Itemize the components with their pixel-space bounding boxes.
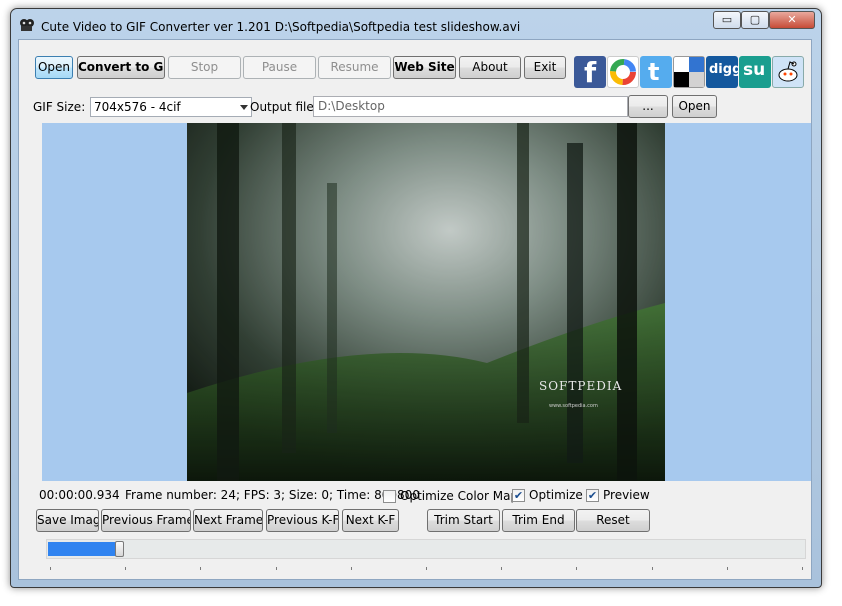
browse-button[interactable]: ... bbox=[628, 95, 668, 118]
exit-button[interactable]: Exit bbox=[524, 56, 566, 79]
trim-end-button[interactable]: Trim End bbox=[502, 509, 575, 532]
softpedia-url: www.softpedia.com bbox=[549, 403, 598, 409]
optimize-color-map-label: Optimize Color Map bbox=[400, 489, 519, 503]
delicious-square-grey bbox=[689, 72, 704, 87]
timeline-tick bbox=[426, 567, 427, 570]
timeline-thumb[interactable] bbox=[115, 541, 124, 557]
time-display: 00:00:00.934 bbox=[39, 488, 120, 502]
reddit-icon[interactable] bbox=[772, 56, 804, 88]
delicious-square-blue bbox=[689, 57, 704, 72]
timeline-tick bbox=[501, 567, 502, 570]
frame-info: Frame number: 24; FPS: 3; Size: 0; Time:… bbox=[125, 488, 420, 502]
google-logo-icon bbox=[610, 59, 636, 85]
timeline-tick bbox=[50, 567, 51, 570]
convert-to-gif-button[interactable]: Convert to GIF bbox=[77, 56, 165, 79]
stumbleupon-icon[interactable]: su bbox=[739, 56, 771, 88]
stumbleupon-text: su bbox=[743, 60, 766, 80]
timeline-tick bbox=[652, 567, 653, 570]
resume-button[interactable]: Resume bbox=[318, 56, 391, 79]
app-window: Cute Video to GIF Converter ver 1.201 D:… bbox=[10, 8, 822, 588]
maximize-icon: ▢ bbox=[749, 13, 761, 26]
timeline-selection bbox=[48, 542, 120, 556]
timeline-tick bbox=[576, 567, 577, 570]
open-output-button[interactable]: Open bbox=[672, 95, 717, 118]
close-icon: ✕ bbox=[787, 13, 797, 26]
optimize-label: Optimize bbox=[529, 488, 583, 502]
previous-keyframe-button[interactable]: Previous K-F bbox=[266, 509, 339, 532]
delicious-square-black bbox=[674, 72, 689, 87]
timeline-tick bbox=[351, 567, 352, 570]
gif-size-select[interactable]: 704x576 - 4cif bbox=[90, 97, 252, 117]
timeline-tick bbox=[802, 567, 803, 570]
reset-button[interactable]: Reset bbox=[576, 509, 650, 532]
web-site-button[interactable]: Web Site bbox=[393, 56, 456, 79]
pause-button[interactable]: Pause bbox=[243, 56, 316, 79]
optimize-color-map-checkbox[interactable] bbox=[383, 490, 396, 503]
main-panel: Open Convert to GIF Stop Pause Resume We… bbox=[18, 39, 812, 580]
chevron-down-icon bbox=[240, 105, 248, 110]
delicious-icon[interactable] bbox=[673, 56, 705, 88]
softpedia-watermark: SOFTPEDIA bbox=[539, 379, 623, 393]
twitter-icon[interactable]: t bbox=[640, 56, 672, 88]
facebook-icon[interactable]: f bbox=[574, 56, 606, 89]
reddit-alien-icon bbox=[778, 61, 798, 82]
twitter-letter: t bbox=[648, 58, 660, 86]
digg-icon[interactable]: digg bbox=[706, 56, 742, 88]
output-file-input[interactable]: D:\Desktop bbox=[313, 96, 628, 117]
timeline-tick bbox=[125, 567, 126, 570]
preview-panel: SOFTPEDIA www.softpedia.com bbox=[42, 123, 811, 481]
forest-image bbox=[187, 123, 665, 481]
gif-size-label: GIF Size: bbox=[33, 100, 86, 114]
timeline-tick bbox=[276, 567, 277, 570]
timeline-slider[interactable] bbox=[46, 539, 806, 559]
title-bar[interactable]: Cute Video to GIF Converter ver 1.201 D:… bbox=[11, 9, 821, 39]
previous-frame-button[interactable]: Previous Frame bbox=[101, 509, 191, 532]
check-mark-icon: ✔ bbox=[513, 489, 524, 502]
digg-text: digg bbox=[709, 62, 742, 77]
about-button[interactable]: About bbox=[459, 56, 521, 79]
close-button[interactable]: ✕ bbox=[769, 11, 815, 29]
output-file-label: Output file: bbox=[250, 100, 318, 114]
film-reel-icon bbox=[20, 19, 34, 31]
timeline-tick bbox=[200, 567, 201, 570]
maximize-button[interactable]: ▢ bbox=[741, 11, 769, 29]
next-frame-button[interactable]: Next Frame bbox=[193, 509, 263, 532]
google-icon[interactable] bbox=[607, 56, 639, 88]
check-mark-icon: ✔ bbox=[587, 489, 598, 502]
timeline-tick bbox=[727, 567, 728, 570]
open-button[interactable]: Open bbox=[35, 56, 73, 79]
minimize-button[interactable]: ▭ bbox=[713, 11, 741, 29]
trim-start-button[interactable]: Trim Start bbox=[427, 509, 500, 532]
stop-button[interactable]: Stop bbox=[168, 56, 241, 79]
minimize-icon: ▭ bbox=[721, 13, 733, 26]
next-keyframe-button[interactable]: Next K-F bbox=[342, 509, 399, 532]
gif-size-value: 704x576 - 4cif bbox=[94, 100, 181, 114]
window-title: Cute Video to GIF Converter ver 1.201 D:… bbox=[41, 20, 521, 34]
preview-label: Preview bbox=[603, 488, 650, 502]
facebook-letter: f bbox=[584, 56, 597, 89]
preview-checkbox[interactable]: ✔ bbox=[586, 489, 599, 502]
optimize-checkbox[interactable]: ✔ bbox=[512, 489, 525, 502]
video-frame: SOFTPEDIA www.softpedia.com bbox=[187, 123, 665, 481]
save-image-button[interactable]: Save Image bbox=[36, 509, 99, 532]
